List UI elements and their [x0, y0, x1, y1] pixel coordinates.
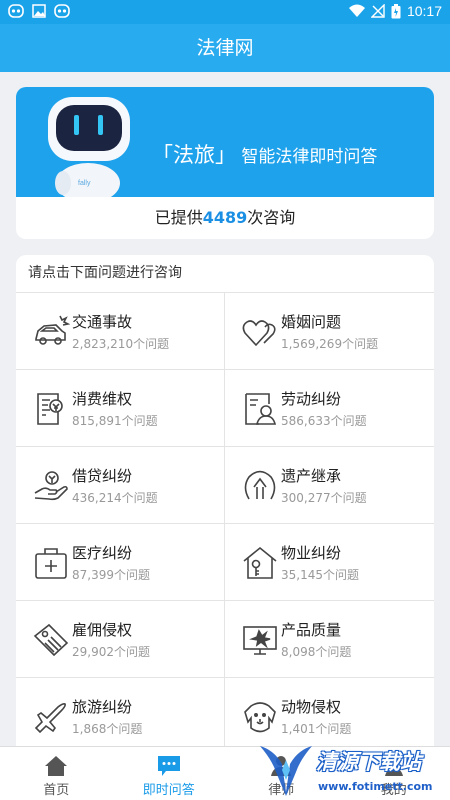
- no-signal-icon: [370, 4, 385, 18]
- category-title: 借贷纠纷: [72, 467, 133, 485]
- category-property-dispute[interactable]: 物业纠纷 35,145个问题: [225, 524, 434, 601]
- loan-hand-icon: [34, 471, 68, 501]
- badge-icon: [33, 623, 69, 657]
- category-title: 消费维权: [72, 390, 133, 408]
- category-travel-dispute[interactable]: 旅游纠纷 1,868个问题: [16, 678, 225, 755]
- qa-category-card: 请点击下面问题进行咨询 交通事故 2,823,210个问题 婚姻问题 1,569…: [16, 255, 434, 800]
- stat-suffix: 次咨询: [247, 208, 296, 227]
- category-count: 815,891个问题: [72, 414, 158, 428]
- category-count: 29,902个问题: [72, 645, 150, 659]
- consultation-stat: 已提供4489次咨询: [16, 197, 434, 239]
- category-count: 2,823,210个问题: [72, 337, 170, 351]
- robot-mascot-icon: fally: [48, 97, 130, 197]
- car-accident-icon: [35, 315, 70, 345]
- dog-icon: [244, 702, 276, 733]
- notification-app-icon-2: [54, 4, 70, 18]
- airplane-icon: [34, 703, 66, 734]
- banner-bracket-close: 」: [215, 143, 236, 167]
- hearts-icon: [242, 320, 276, 347]
- category-medical-dispute[interactable]: 医疗纠纷 87,399个问题: [16, 524, 225, 601]
- app-bar-title: 法律网: [0, 24, 450, 72]
- qa-header: 请点击下面问题进行咨询: [16, 255, 434, 293]
- category-title: 劳动纠纷: [281, 390, 342, 408]
- category-count: 8,098个问题: [281, 645, 352, 659]
- stat-prefix: 已提供: [154, 208, 203, 227]
- category-product-quality[interactable]: 产品质量 8,098个问题: [225, 601, 434, 678]
- category-count: 436,214个问题: [72, 491, 158, 505]
- category-count: 1,401个问题: [281, 722, 352, 736]
- category-title: 动物侵权: [281, 698, 342, 716]
- category-title: 产品质量: [281, 621, 342, 639]
- category-title: 遗产继承: [281, 467, 342, 485]
- category-count: 1,868个问题: [72, 722, 143, 736]
- banner[interactable]: fally 「法旅」 智能法律即时问答: [16, 87, 434, 197]
- battery-icon: [391, 3, 401, 18]
- category-count: 35,145个问题: [281, 568, 359, 582]
- watermark-logo: 清源下载站 www.fotimett.com: [256, 740, 450, 800]
- banner-slogan-text: 智能法律即时问答: [241, 147, 378, 167]
- category-consumer-rights[interactable]: 消费维权 815,891个问题: [16, 370, 225, 447]
- category-title: 医疗纠纷: [72, 544, 133, 562]
- house-key-icon: [243, 546, 277, 579]
- tab-instant-qa[interactable]: 即时问答: [113, 747, 226, 800]
- robot-badge-text: fally: [78, 180, 91, 187]
- chat-icon: [157, 756, 180, 776]
- medical-kit-icon: [35, 548, 67, 579]
- watermark-text: 清源下载站: [316, 750, 421, 774]
- monitor-broken-icon: [243, 626, 277, 655]
- notification-app-icon: [8, 4, 24, 18]
- category-title: 物业纠纷: [281, 544, 342, 562]
- category-title: 交通事故: [72, 313, 133, 331]
- gallery-icon: [32, 4, 46, 18]
- category-loan-dispute[interactable]: 借贷纠纷 436,214个问题: [16, 447, 225, 524]
- category-title: 旅游纠纷: [72, 698, 133, 716]
- category-title: 婚姻问题: [281, 313, 342, 331]
- receipt-icon: [37, 393, 63, 425]
- tab-label: 即时问答: [142, 783, 195, 798]
- category-traffic-accident[interactable]: 交通事故 2,823,210个问题: [16, 293, 225, 370]
- wifi-icon: [348, 4, 365, 17]
- banner-brand: 法旅: [173, 143, 215, 167]
- tab-label: 首页: [43, 783, 70, 798]
- status-bar: 10:17: [0, 0, 450, 24]
- banner-slogan: 「法旅」 智能法律即时问答: [152, 139, 377, 169]
- category-employment-tort[interactable]: 雇佣侵权 29,902个问题: [16, 601, 225, 678]
- category-count: 1,569,269个问题: [281, 337, 379, 351]
- tab-home[interactable]: 首页: [0, 747, 113, 800]
- stat-count: 4489: [202, 208, 248, 227]
- category-labor-dispute[interactable]: 劳动纠纷 586,633个问题: [225, 370, 434, 447]
- inheritance-icon: [244, 470, 276, 500]
- category-count: 586,633个问题: [281, 414, 367, 428]
- category-grid: 交通事故 2,823,210个问题 婚姻问题 1,569,269个问题 消费维权…: [16, 293, 434, 755]
- category-title: 雇佣侵权: [72, 621, 133, 639]
- banner-card: fally 「法旅」 智能法律即时问答 已提供4489次咨询: [16, 87, 434, 239]
- watermark-url: www.fotimett.com: [318, 780, 433, 793]
- category-marriage[interactable]: 婚姻问题 1,569,269个问题: [225, 293, 434, 370]
- banner-bracket-open: 「: [152, 143, 173, 167]
- home-icon: [45, 756, 68, 776]
- category-inheritance[interactable]: 遗产继承 300,277个问题: [225, 447, 434, 524]
- watermark-emblem-icon: [260, 746, 312, 796]
- category-count: 87,399个问题: [72, 568, 150, 582]
- category-count: 300,277个问题: [281, 491, 367, 505]
- worker-card-icon: [245, 393, 277, 425]
- status-time: 10:17: [406, 3, 442, 19]
